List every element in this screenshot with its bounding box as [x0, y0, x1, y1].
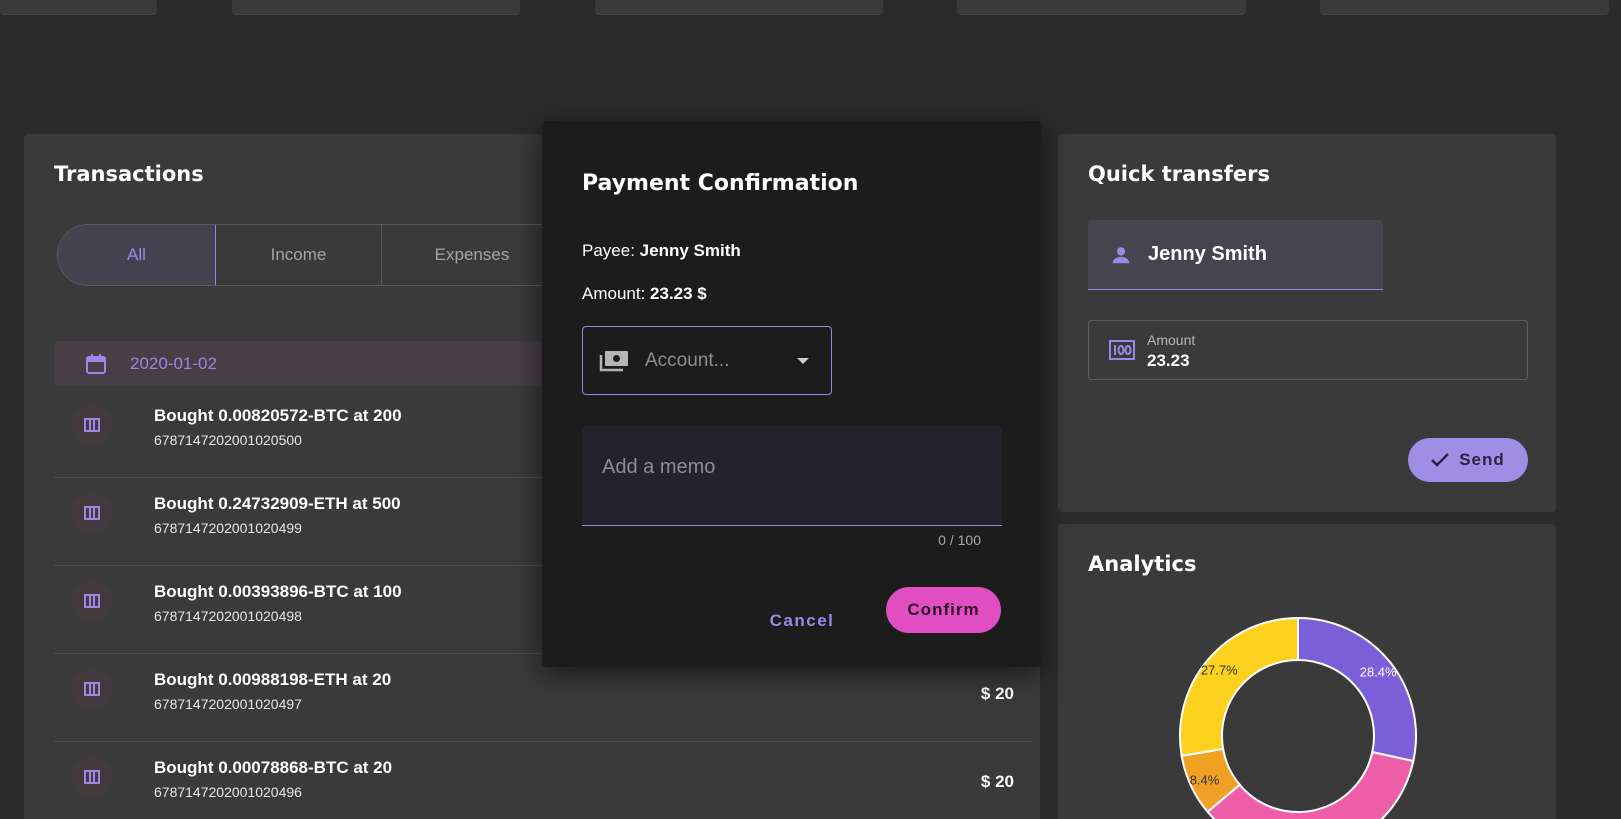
analytics-card: Analytics 28.4% 8.4% 27.7% — [1058, 524, 1556, 819]
payee-line: Payee: Jenny Smith — [582, 241, 741, 261]
transaction-title: Bought 0.00078868-BTC at 20 — [154, 758, 393, 777]
top-card-stub-5 — [1320, 0, 1609, 15]
transaction-avatar — [72, 669, 112, 709]
transaction-title: Bought 0.00820572-BTC at 200 — [154, 406, 402, 425]
tab-all[interactable]: All — [58, 225, 216, 285]
payee-prefix: Payee: — [582, 241, 635, 260]
column-icon — [84, 418, 100, 432]
transaction-id: 6787147202001020499 — [154, 520, 302, 536]
analytics-title: Analytics — [1088, 552, 1197, 576]
account-placeholder: Account... — [645, 349, 730, 371]
column-icon — [84, 770, 100, 784]
confirm-button[interactable]: Confirm — [886, 587, 1001, 633]
payee-value: Jenny Smith — [639, 241, 741, 260]
amount-value: 23.23 — [1147, 351, 1190, 370]
top-card-stub-3 — [595, 0, 883, 15]
memo-placeholder: Add a memo — [602, 456, 716, 478]
payment-confirmation-dialog: Payment Confirmation Payee: Jenny Smith … — [542, 121, 1041, 667]
transaction-id: 6787147202001020496 — [154, 784, 302, 800]
transaction-title: Bought 0.00988198-ETH at 20 — [154, 670, 392, 689]
calendar-icon — [86, 353, 106, 374]
transaction-avatar — [72, 757, 112, 797]
payee-select[interactable]: Jenny Smith — [1088, 220, 1383, 290]
donut-slice-3[interactable] — [1179, 616, 1299, 758]
transaction-tabs: All Income Expenses — [57, 224, 563, 286]
donut-slice-0[interactable] — [1297, 616, 1417, 763]
top-card-stub-1 — [0, 0, 157, 15]
donut-slice-label-0: 28.4% — [1360, 664, 1397, 679]
chevron-down-icon — [797, 357, 809, 364]
amount-line: Amount: 23.23 $ — [582, 284, 707, 304]
transaction-avatar — [72, 405, 112, 445]
transaction-title: Bought 0.00393896-BTC at 100 — [154, 582, 402, 601]
column-icon — [84, 506, 100, 520]
donut-slice-label-2: 8.4% — [1190, 772, 1220, 787]
payee-name: Jenny Smith — [1148, 243, 1267, 265]
send-button[interactable]: Send — [1408, 438, 1528, 482]
transaction-avatar — [72, 581, 112, 621]
top-card-stub-2 — [232, 0, 520, 15]
list-item[interactable]: Bought 0.00078868-BTC at 20 678714720200… — [54, 742, 1032, 819]
send-label: Send — [1459, 450, 1505, 469]
transaction-amount: $ 20 — [980, 772, 1014, 791]
cancel-button[interactable]: Cancel — [752, 603, 852, 639]
amount-prefix: Amount: — [582, 284, 646, 303]
amount-label: Amount — [1147, 332, 1196, 348]
donut-slice-label-3: 27.7% — [1201, 663, 1238, 678]
column-icon — [84, 594, 100, 608]
date-label: 2020-01-02 — [130, 353, 217, 373]
memo-textarea[interactable]: Add a memo — [582, 426, 1002, 526]
dialog-title: Payment Confirmation — [582, 171, 859, 196]
cash-icon — [599, 350, 628, 371]
amount-field[interactable]: Amount 23.23 — [1088, 320, 1528, 380]
list-item[interactable]: Bought 0.00988198-ETH at 20 678714720200… — [54, 654, 1032, 742]
check-icon — [1431, 453, 1450, 467]
memo-char-counter: 0 / 100 — [938, 532, 981, 548]
account-select[interactable]: Account... — [582, 326, 832, 395]
transaction-id: 6787147202001020498 — [154, 608, 302, 624]
transaction-title: Bought 0.24732909-ETH at 500 — [154, 494, 401, 513]
quick-transfers-title: Quick transfers — [1088, 162, 1270, 186]
money-icon — [1109, 340, 1135, 360]
tab-expenses[interactable]: Expenses — [382, 225, 562, 285]
column-icon — [84, 682, 100, 696]
tab-income[interactable]: Income — [216, 225, 382, 285]
quick-transfers-card: Quick transfers Jenny Smith Amount 23.23… — [1058, 134, 1556, 512]
analytics-donut-chart: 28.4% 8.4% 27.7% — [1179, 616, 1417, 819]
transaction-id: 6787147202001020500 — [154, 432, 302, 448]
transaction-id: 6787147202001020497 — [154, 696, 302, 712]
person-icon — [1112, 246, 1130, 263]
top-card-stub-4 — [957, 0, 1246, 15]
transaction-avatar — [72, 493, 112, 533]
amount-value: 23.23 $ — [650, 284, 707, 303]
transactions-title: Transactions — [54, 162, 204, 186]
transaction-amount: $ 20 — [980, 684, 1014, 703]
